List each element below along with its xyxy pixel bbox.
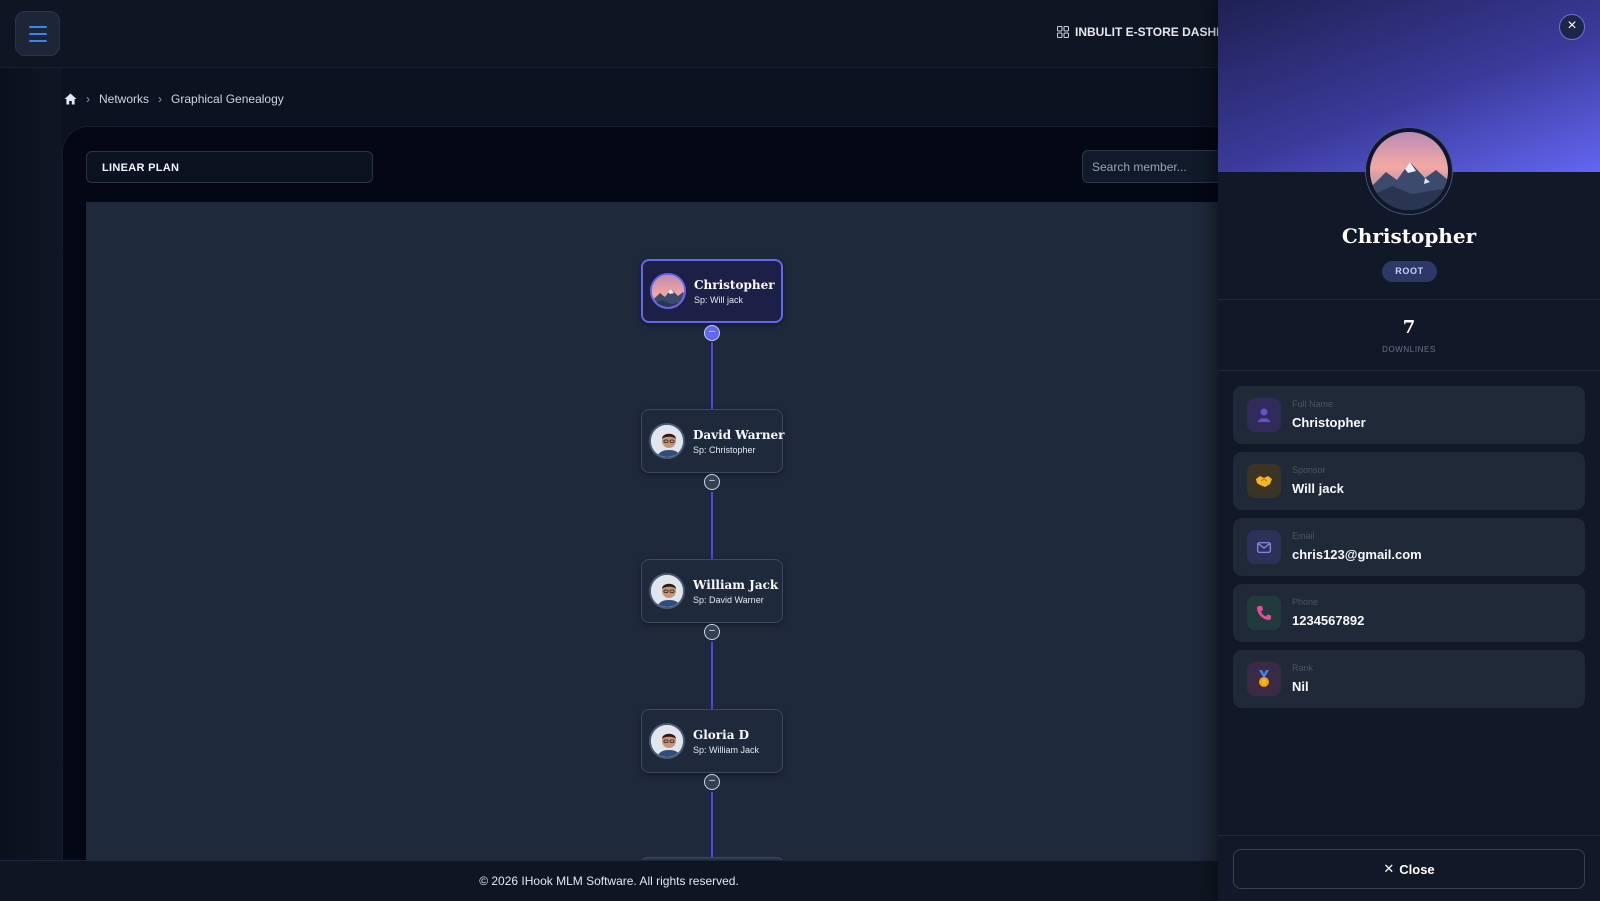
store-dashboard-link[interactable]: INBULIT E-STORE DASHBO [1057, 25, 1234, 39]
node-sponsor: Sp: William Jack [693, 744, 760, 755]
breadcrumb-graphical-genealogy: Graphical Genealogy [171, 92, 284, 106]
avatar [649, 723, 685, 759]
info-value: Will jack [1292, 481, 1344, 496]
profile-avatar [1366, 128, 1452, 214]
collapse-toggle-button[interactable]: – [704, 774, 720, 790]
collapse-toggle-button[interactable]: – [704, 474, 720, 490]
avatar [650, 273, 686, 309]
info-label: Sponsor [1292, 465, 1326, 475]
mail-icon [1247, 530, 1281, 564]
breadcrumb: › Networks › Graphical Genealogy [64, 92, 284, 106]
info-card-email: Email chris123@gmail.com [1233, 518, 1585, 576]
hamburger-icon [28, 23, 47, 44]
menu-toggle-button[interactable] [15, 11, 60, 56]
close-icon: ✕ [1383, 861, 1395, 876]
avatar [649, 423, 685, 459]
handshake-icon [1247, 464, 1281, 498]
medal-icon [1247, 662, 1281, 696]
close-button-label: Close [1399, 861, 1435, 877]
grid-icon [1057, 26, 1069, 38]
sidebar-rail [0, 68, 62, 860]
divider [1218, 299, 1600, 300]
tree-connector [711, 642, 713, 711]
store-link-label: INBULIT E-STORE DASHBO [1075, 25, 1235, 39]
chevron-right-icon: › [158, 92, 163, 106]
info-card-rank: Rank Nil [1233, 650, 1585, 708]
chevron-right-icon: › [86, 92, 90, 106]
member-detail-panel: × Christopher ROOT 7 DOWNLINES Full Name… [1218, 0, 1600, 901]
tree-node-gloria-d[interactable]: Gloria D Sp: William Jack [641, 709, 783, 773]
info-value: Christopher [1292, 415, 1366, 430]
info-label: Full Name [1292, 399, 1334, 409]
info-label: Rank [1292, 663, 1314, 673]
breadcrumb-networks[interactable]: Networks [99, 92, 149, 106]
info-value: 1234567892 [1292, 613, 1365, 628]
tree-node-william-jack[interactable]: William Jack Sp: David Warner [641, 559, 783, 623]
tree-node-christopher[interactable]: Christopher Sp: Will jack [641, 259, 783, 323]
tree-connector [711, 792, 713, 860]
collapse-toggle-button[interactable]: – [704, 325, 720, 341]
node-sponsor: Sp: David Warner [693, 594, 764, 605]
info-card-sponsor: Sponsor Will jack [1233, 452, 1585, 510]
downlines-label: DOWNLINES [1382, 345, 1436, 354]
profile-name: Christopher [1341, 224, 1477, 248]
divider [1218, 370, 1600, 371]
copyright-text: © 2026 IHook MLM Software. All rights re… [479, 874, 739, 888]
status-badge: ROOT [1382, 261, 1437, 282]
node-sponsor: Sp: Christopher [693, 444, 756, 455]
search-member-input[interactable] [1082, 150, 1222, 183]
tree-connector [711, 342, 713, 411]
tree-connector [711, 492, 713, 561]
node-name: Christopher [694, 277, 775, 292]
node-sponsor: Sp: Will jack [694, 294, 744, 305]
user-icon [1247, 398, 1281, 432]
divider [1218, 835, 1600, 836]
home-icon[interactable] [64, 93, 77, 105]
info-label: Phone [1292, 597, 1319, 607]
close-button[interactable]: ✕ Close [1233, 849, 1585, 889]
close-icon[interactable]: × [1559, 14, 1585, 40]
info-card-phone: Phone 1234567892 [1233, 584, 1585, 642]
phone-icon [1247, 596, 1281, 630]
info-value: Nil [1292, 679, 1309, 694]
node-name: William Jack [693, 577, 779, 592]
plan-selector[interactable]: LINEAR PLAN [86, 151, 373, 183]
node-name: David Warner [693, 427, 785, 442]
tree-node-david-warner[interactable]: David Warner Sp: Christopher [641, 409, 785, 473]
info-value: chris123@gmail.com [1292, 547, 1422, 562]
collapse-toggle-button[interactable]: – [704, 624, 720, 640]
page-footer: © 2026 IHook MLM Software. All rights re… [0, 860, 1218, 901]
node-name: Gloria D [693, 727, 750, 742]
downlines-count: 7 [1402, 317, 1416, 338]
info-label: Email [1292, 531, 1315, 541]
avatar [649, 573, 685, 609]
info-card-full-name: Full Name Christopher [1233, 386, 1585, 444]
